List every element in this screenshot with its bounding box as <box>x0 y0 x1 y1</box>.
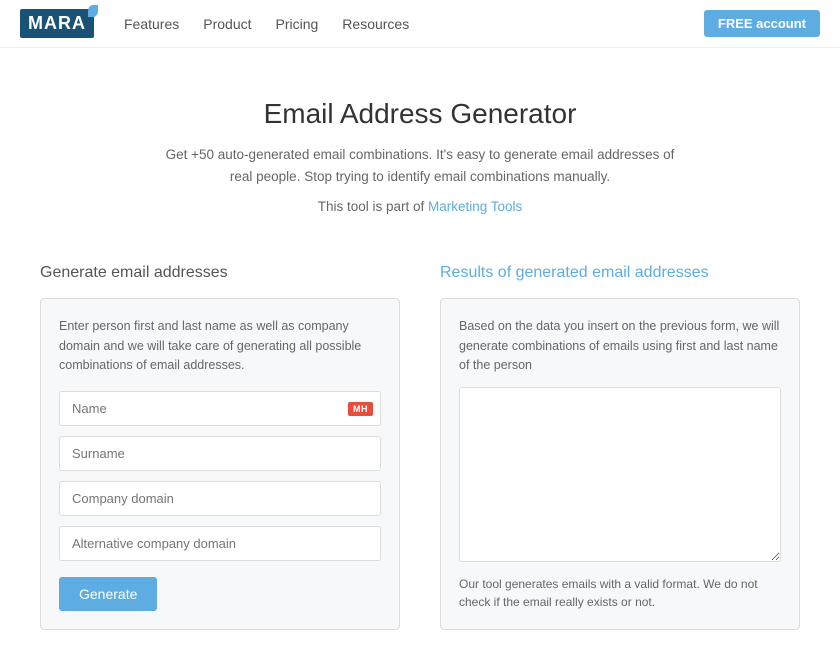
alt-domain-input-wrapper <box>59 526 381 561</box>
navbar-cta: FREE account <box>704 10 820 37</box>
results-textarea[interactable] <box>459 387 781 562</box>
nav-pricing[interactable]: Pricing <box>276 16 319 32</box>
nav-resources[interactable]: Resources <box>342 16 409 32</box>
results-panel: Based on the data you insert on the prev… <box>440 298 800 630</box>
marketing-tools-link[interactable]: Marketing Tools <box>428 199 522 214</box>
generate-form-panel: Enter person first and last name as well… <box>40 298 400 630</box>
hero-section: Email Address Generator Get +50 auto-gen… <box>40 98 800 214</box>
hero-tool-prefix: This tool is part of <box>318 199 428 214</box>
nav-links: Features Product Pricing Resources <box>124 16 704 32</box>
surname-input[interactable] <box>59 436 381 471</box>
nav-product[interactable]: Product <box>203 16 251 32</box>
main-content: Email Address Generator Get +50 auto-gen… <box>20 48 820 670</box>
form-description: Enter person first and last name as well… <box>59 317 381 375</box>
company-domain-input[interactable] <box>59 481 381 516</box>
results-footer-note: Our tool generates emails with a valid f… <box>459 575 781 611</box>
alt-domain-input[interactable] <box>59 526 381 561</box>
logo-text: MARA <box>20 9 94 38</box>
right-col-title: Results of generated email addresses <box>440 264 800 282</box>
company-domain-input-wrapper <box>59 481 381 516</box>
right-column: Results of generated email addresses Bas… <box>440 264 800 630</box>
navbar: MARA Features Product Pricing Resources … <box>0 0 840 48</box>
free-account-button[interactable]: FREE account <box>704 10 820 37</box>
surname-input-wrapper <box>59 436 381 471</box>
hero-description: Get +50 auto-generated email combination… <box>160 144 680 187</box>
left-col-title: Generate email addresses <box>40 264 400 282</box>
name-input-wrapper: MH <box>59 391 381 426</box>
page-title: Email Address Generator <box>40 98 800 130</box>
two-column-layout: Generate email addresses Enter person fi… <box>40 264 800 630</box>
logo[interactable]: MARA <box>20 9 94 38</box>
logo-leaf-icon <box>88 5 98 17</box>
left-column: Generate email addresses Enter person fi… <box>40 264 400 630</box>
generate-button[interactable]: Generate <box>59 577 157 611</box>
results-description: Based on the data you insert on the prev… <box>459 317 781 375</box>
nav-features[interactable]: Features <box>124 16 179 32</box>
hero-tool-link: This tool is part of Marketing Tools <box>40 199 800 214</box>
name-required-badge: MH <box>348 402 373 416</box>
name-input[interactable] <box>59 391 381 426</box>
